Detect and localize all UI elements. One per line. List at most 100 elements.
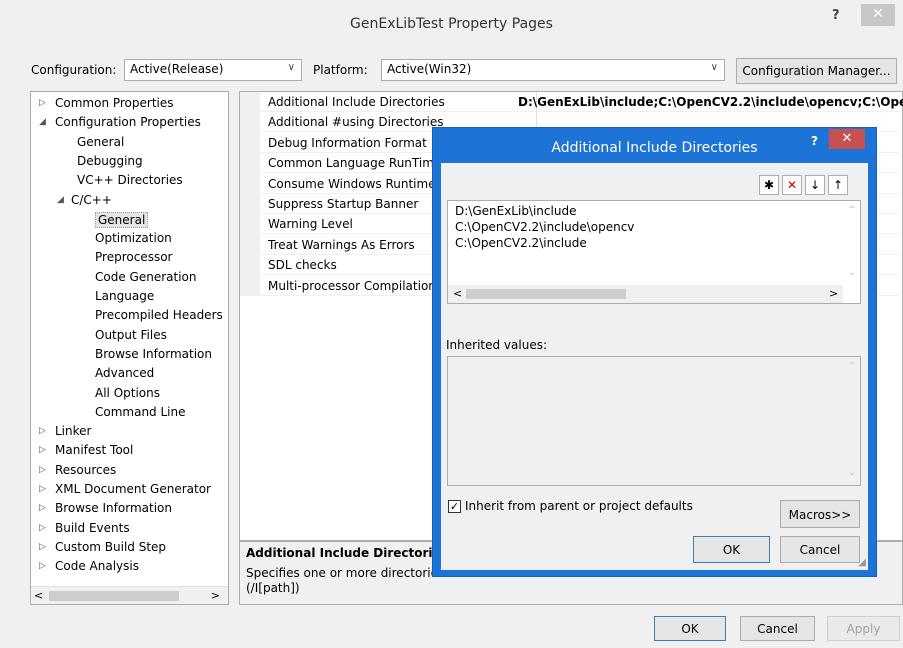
tree-item[interactable]: Resources [55,463,116,477]
property-name: Treat Warnings As Errors [268,237,415,252]
configuration-select[interactable]: Active(Release) ∨ [124,59,302,81]
collapse-arrow-icon[interactable]: ◢ [57,195,64,205]
help-button[interactable]: ? [832,8,840,23]
scroll-down-icon[interactable]: ⌄ [848,267,856,278]
platform-label: Platform: [313,63,368,77]
expand-arrow-icon[interactable]: ▷ [39,503,46,513]
configuration-manager-button[interactable]: Configuration Manager... [736,58,897,84]
tree-item[interactable]: All Options [95,386,160,400]
tree-item[interactable]: Code Analysis [55,559,139,573]
scroll-down-icon[interactable]: ⌄ [848,467,856,478]
dialog-close-button[interactable]: ✕ [829,129,865,149]
inherit-checkbox-label: Inherit from parent or project defaults [465,499,693,513]
inherit-checkbox[interactable]: ✓ [448,500,461,513]
property-name: Common Language RunTime [268,156,442,171]
dialog-title: Additional Include Directories [551,140,758,156]
expand-arrow-icon[interactable]: ▷ [39,98,46,108]
tree-item[interactable]: Manifest Tool [55,443,133,457]
tree-item[interactable]: Browse Information [95,347,212,361]
apply-button[interactable]: Apply [827,616,900,641]
property-name: Consume Windows Runtime [268,176,436,191]
directories-list[interactable]: D:\GenExLib\include C:\OpenCV2.2\include… [447,200,861,304]
title-bar: GenExLibTest Property Pages ? ✕ [0,0,903,50]
description-title: Additional Include Directories [246,546,448,560]
property-value[interactable]: D:\GenExLib\include;C:\OpenCV2.2\include… [518,95,903,109]
ok-button[interactable]: OK [654,616,726,641]
tree-item[interactable]: Browse Information [55,501,172,515]
include-directories-dialog: Additional Include Directories ? ✕ ✱ ✕ ↓… [432,127,877,577]
new-line-icon[interactable]: ✱ [759,175,779,195]
tree-item[interactable]: Output Files [95,328,167,342]
description-text: Specifies one or more directories [246,566,445,580]
platform-value: Active(Win32) [387,62,472,76]
tree-item[interactable]: Command Line [95,405,186,419]
scroll-up-icon[interactable]: ⌃ [848,205,856,216]
tree-item[interactable]: Custom Build Step [55,540,166,554]
description-syntax: (/I[path]) [246,581,300,595]
configuration-label: Configuration: [31,63,117,77]
property-name: Warning Level [268,217,353,232]
window-title: GenExLibTest Property Pages [350,16,553,32]
dialog-ok-button[interactable]: OK [693,536,770,563]
list-item[interactable]: C:\OpenCV2.2\include [455,236,587,250]
chevron-down-icon: ∨ [287,62,295,73]
configuration-value: Active(Release) [130,62,224,76]
macros-button[interactable]: Macros>> [780,500,860,528]
dialog-help-button[interactable]: ? [811,134,818,148]
expand-arrow-icon[interactable]: ▷ [39,426,46,436]
inherited-values-label: Inherited values: [446,338,547,352]
tree-item[interactable]: Configuration Properties [55,115,201,129]
scroll-thumb[interactable] [466,289,626,299]
tree-item[interactable]: Preprocessor [95,250,172,264]
tree-item[interactable]: Common Properties [55,96,174,110]
property-name: Suppress Startup Banner [268,197,419,211]
expand-arrow-icon[interactable]: ▷ [39,523,46,533]
move-up-icon[interactable]: ↑ [828,175,848,195]
tree-item[interactable]: Precompiled Headers [95,308,223,322]
tree-item[interactable]: C/C++ [71,193,112,207]
tree-item[interactable]: Code Generation [95,270,196,284]
delete-icon[interactable]: ✕ [782,175,802,195]
expand-arrow-icon[interactable]: ▷ [39,561,46,571]
tree-item[interactable]: Build Events [55,521,130,535]
scroll-right-icon[interactable]: > [211,589,220,602]
property-name: Multi-processor Compilation [268,278,436,293]
cancel-button[interactable]: Cancel [740,616,815,641]
tree-item[interactable]: Optimization [95,231,172,245]
expand-arrow-icon[interactable]: ▷ [39,484,46,494]
chevron-down-icon: ∨ [710,62,718,73]
grid-gutter [240,92,260,296]
property-name: Additional Include Directories [268,95,445,109]
tree-item[interactable]: VC++ Directories [77,173,183,187]
scroll-left-icon[interactable]: < [453,287,462,300]
tree-item[interactable]: General [77,135,124,149]
collapse-arrow-icon[interactable]: ◢ [39,117,46,127]
property-name: Debug Information Format [268,135,427,150]
platform-select[interactable]: Active(Win32) ∨ [381,59,725,81]
property-row[interactable]: Additional Include Directories D:\GenExLi… [260,92,903,112]
scroll-right-icon[interactable]: > [829,287,838,300]
tree-item[interactable]: XML Document Generator [55,482,211,496]
tree-item[interactable]: Debugging [77,154,143,168]
list-item[interactable]: C:\OpenCV2.2\include\opencv [455,220,634,234]
list-horizontal-scrollbar[interactable]: < > [448,285,843,303]
scroll-left-icon[interactable]: < [34,589,43,602]
resize-grip-icon[interactable]: ◢ [858,557,866,568]
tree-item[interactable]: General [95,211,149,228]
list-item[interactable]: D:\GenExLib\include [455,204,576,218]
expand-arrow-icon[interactable]: ▷ [39,445,46,455]
tree-item[interactable]: Linker [55,424,91,438]
expand-arrow-icon[interactable]: ▷ [39,542,46,552]
move-down-icon[interactable]: ↓ [805,175,825,195]
scroll-thumb[interactable] [49,591,179,601]
property-tree[interactable]: ▷ Common Properties ◢ Configuration Propert… [30,91,229,605]
property-name: Additional #using Directories [268,115,444,130]
dialog-cancel-button[interactable]: Cancel [780,536,860,563]
tree-horizontal-scrollbar[interactable]: < > [31,586,228,604]
close-button[interactable]: ✕ [861,4,895,26]
expand-arrow-icon[interactable]: ▷ [39,465,46,475]
scroll-up-icon[interactable]: ⌃ [848,361,856,372]
tree-item[interactable]: Language [95,289,154,303]
tree-item[interactable]: Advanced [95,366,154,380]
dialog-body: ✱ ✕ ↓ ↑ D:\GenExLib\include C:\OpenCV2.2… [441,163,868,570]
